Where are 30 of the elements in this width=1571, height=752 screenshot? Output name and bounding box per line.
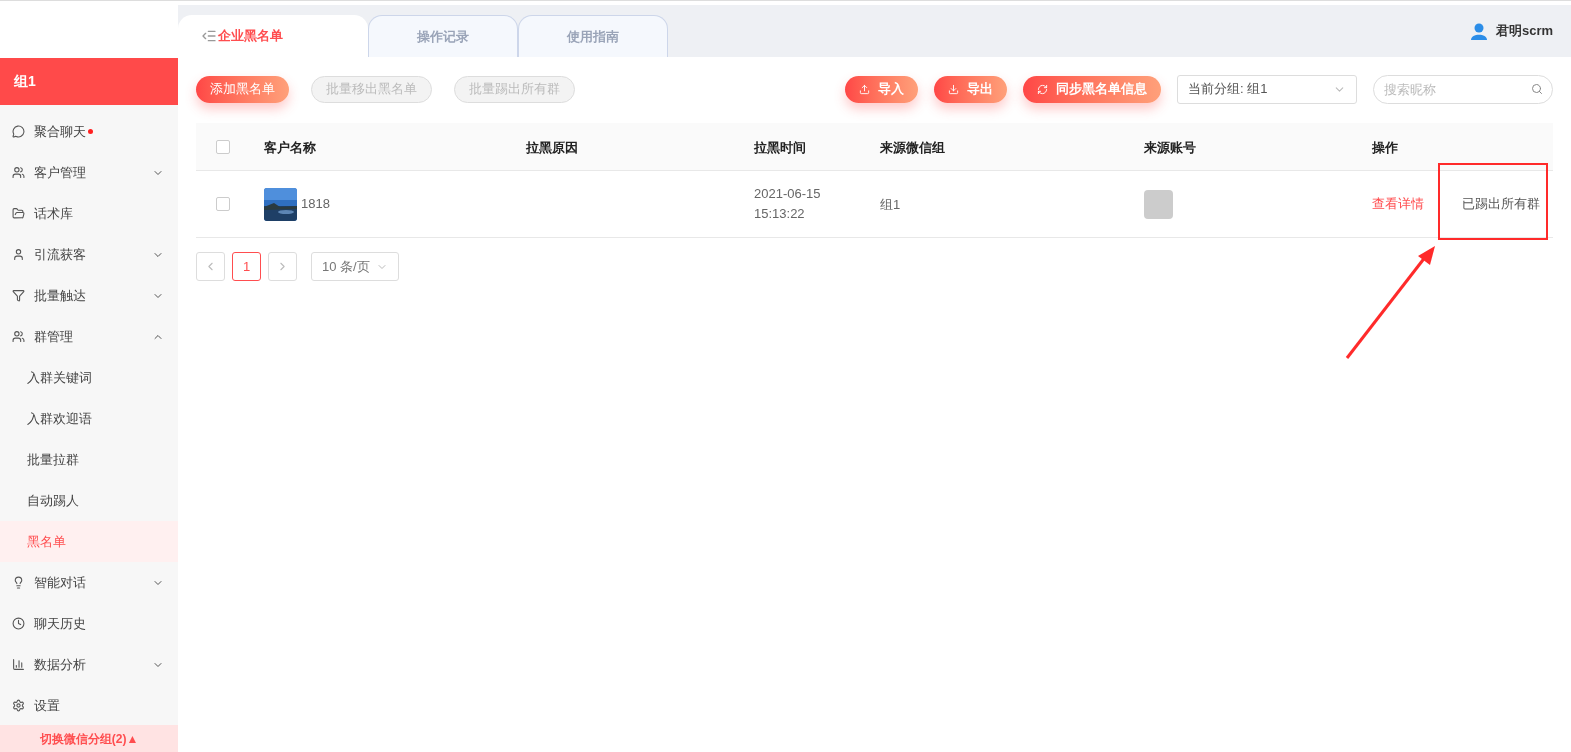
sidebar-item[interactable]: 智能对话 [0,562,178,603]
column-header: 操作 [1372,139,1398,155]
user-name: 君明scrm [1495,22,1553,41]
search-field[interactable]: 搜索昵称 [1373,74,1553,104]
column-header: 来源微信组 [880,139,945,155]
block-time: 2021-06-15 [754,185,822,203]
sidebar-item[interactable]: 批量触达 [0,275,178,316]
status-text: 已踢出所有群 [1462,195,1540,214]
table-cell: 组1 [880,197,901,212]
column-header: 拉黑时间 [754,139,806,155]
sidebar-subitem[interactable]: 入群关键词 [0,357,178,398]
customer-name: 1818 [301,195,330,214]
sidebar-item[interactable]: 设置 [0,685,178,726]
sidebar-item[interactable]: 聚合聊天 [0,111,178,152]
sidebar-item[interactable]: 引流获客 [0,234,178,275]
page-size-select[interactable]: 10 条/页 [311,252,399,281]
sidebar-item[interactable]: 数据分析 [0,644,178,685]
sidebar-subitem[interactable]: 自动踢人 [0,480,178,521]
column-header: 客户名称 [264,139,316,155]
sidebar-subitem[interactable]: 批量拉群 [0,439,178,480]
column-header: 来源账号 [1144,139,1196,155]
sidebar-item[interactable]: 客户管理 [0,152,178,193]
sidebar-subitem[interactable]: 入群欢迎语 [0,398,178,439]
sidebar-item[interactable]: 聊天历史 [0,603,178,644]
sidebar-item[interactable]: 话术库 [0,193,178,234]
group-header: 组1 [0,58,178,105]
group-select[interactable]: 当前分组: 组1 [1177,74,1357,104]
block-time: 15:13:22 [754,205,806,223]
sidebar-item[interactable]: 群管理 [0,316,178,357]
column-header: 拉黑原因 [526,139,578,155]
